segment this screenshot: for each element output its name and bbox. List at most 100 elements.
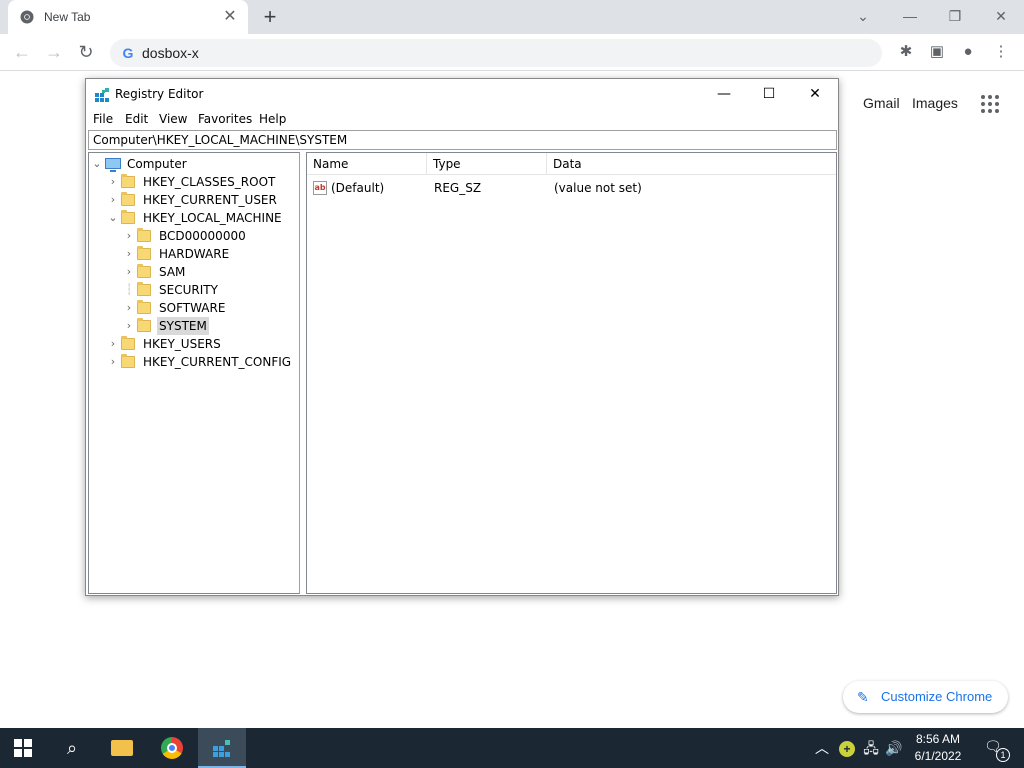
security-status-icon[interactable]: +: [838, 738, 856, 758]
address-bar[interactable]: G dosbox-x: [110, 39, 882, 67]
registry-tree: ⌄ Computer › HKEY_CLASSES_ROOT › HKEY_CURRENT…: [88, 152, 300, 594]
tab-new-tab[interactable]: New Tab ✕: [8, 0, 248, 34]
menu-file[interactable]: File: [93, 112, 113, 126]
reload-button[interactable]: ↻: [74, 41, 98, 63]
chrome-app-icon: [161, 737, 183, 759]
expand-chevron-icon[interactable]: ›: [123, 299, 135, 317]
taskbar-clock[interactable]: 8:56 AM 6/1/2022: [905, 731, 971, 765]
apps-grid-icon[interactable]: [981, 95, 999, 113]
tree-node-label: HKEY_CURRENT_CONFIG: [143, 355, 292, 369]
expand-chevron-icon[interactable]: ›: [107, 353, 119, 371]
tree-node-label: SOFTWARE: [159, 301, 226, 315]
tree-node[interactable]: › SAM: [123, 263, 295, 281]
taskbar-file-explorer[interactable]: [98, 728, 146, 768]
registry-editor-taskbar-icon: [213, 740, 230, 757]
tree-node-label: BCD00000000: [159, 229, 246, 243]
customize-chrome-button[interactable]: ✎ Customize Chrome: [843, 681, 1008, 713]
minimize-icon[interactable]: —: [899, 6, 921, 26]
tree-node[interactable]: › SYSTEM: [123, 317, 295, 335]
expand-chevron-icon[interactable]: ›: [107, 191, 119, 209]
tree-node[interactable]: › HKEY_CURRENT_CONFIG: [107, 353, 295, 371]
tree-line-icon: ┆: [125, 283, 133, 296]
restore-icon[interactable]: ❐: [944, 6, 966, 26]
column-data-header[interactable]: Data: [547, 153, 836, 175]
new-tab-button[interactable]: +: [259, 6, 281, 28]
back-button[interactable]: ←: [10, 41, 34, 63]
tree-node-label: SECURITY: [159, 283, 218, 297]
pencil-icon: ✎: [857, 689, 869, 705]
value-row[interactable]: ab (Default) REG_SZ (value not set): [307, 179, 836, 197]
values-header: Name Type Data: [307, 153, 836, 175]
file-explorer-icon: [111, 740, 133, 756]
expand-chevron-icon[interactable]: ›: [107, 173, 119, 191]
tree-node[interactable]: › SOFTWARE: [123, 299, 295, 317]
tree-node[interactable]: › BCD00000000: [123, 227, 295, 245]
folder-icon: [137, 246, 151, 260]
regedit-close-icon[interactable]: ✕: [799, 83, 831, 105]
regedit-minimize-icon[interactable]: —: [708, 83, 740, 105]
regedit-address-bar[interactable]: Computer\HKEY_LOCAL_MACHINE\SYSTEM: [88, 130, 837, 150]
column-type-header[interactable]: Type: [427, 153, 547, 175]
folder-icon: [137, 264, 151, 278]
taskbar-chrome[interactable]: [148, 728, 196, 768]
windows-taskbar: ⌕ ︿ + 🖧 🔊 8:56 AM 6/1/2022 🗨 1: [0, 728, 1024, 768]
value-name: (Default): [331, 181, 385, 195]
tree-node[interactable]: › HKEY_USERS: [107, 335, 295, 353]
tab-close-icon[interactable]: ✕: [222, 9, 238, 25]
extensions-icon[interactable]: ✱: [896, 42, 916, 62]
menu-favorites[interactable]: Favorites: [198, 112, 252, 126]
google-icon: G: [122, 45, 134, 61]
tree-node-label: SYSTEM: [157, 317, 209, 335]
tree-node[interactable]: › HARDWARE: [123, 245, 295, 263]
column-name-header[interactable]: Name: [307, 153, 427, 175]
tree-node[interactable]: ⌄ Computer: [91, 155, 295, 173]
folder-icon: [137, 282, 151, 296]
close-window-icon[interactable]: ✕: [990, 6, 1012, 26]
computer-icon: [105, 158, 121, 172]
folder-icon: [137, 228, 151, 242]
folder-icon: [121, 192, 135, 206]
regedit-menubar: File Edit View Favorites Help: [86, 109, 838, 129]
expand-chevron-icon[interactable]: ›: [107, 335, 119, 353]
folder-icon: [121, 354, 135, 368]
tree-node-label: Computer: [127, 157, 187, 171]
collapse-chevron-icon[interactable]: ⌄: [107, 209, 119, 227]
tree-node[interactable]: ⌄ HKEY_LOCAL_MACHINE: [107, 209, 295, 227]
tree-node-label: HARDWARE: [159, 247, 230, 261]
taskbar-registry-editor[interactable]: [198, 728, 246, 768]
menu-view[interactable]: View: [159, 112, 187, 126]
menu-edit[interactable]: Edit: [125, 112, 148, 126]
volume-icon[interactable]: 🔊: [885, 738, 903, 758]
string-value-icon: ab: [313, 181, 327, 195]
side-panel-icon[interactable]: ▣: [927, 42, 947, 62]
search-icon: ⌕: [66, 738, 78, 758]
menu-help[interactable]: Help: [259, 112, 286, 126]
start-button-icon[interactable]: [14, 739, 32, 757]
registry-editor-titlebar[interactable]: Registry Editor — ☐ ✕: [86, 79, 838, 109]
expand-chevron-icon[interactable]: ›: [123, 227, 135, 245]
forward-button[interactable]: →: [42, 41, 66, 63]
clock-time: 8:56 AM: [915, 732, 961, 746]
tab-search-icon[interactable]: ⌄: [852, 6, 874, 26]
taskbar-search-button[interactable]: ⌕: [48, 728, 96, 768]
expand-chevron-icon[interactable]: ›: [123, 317, 135, 335]
tree-node[interactable]: ┆ SECURITY: [123, 281, 295, 299]
expand-chevron-icon[interactable]: ›: [123, 263, 135, 281]
gmail-link[interactable]: Gmail: [863, 95, 900, 111]
folder-icon: [137, 300, 151, 314]
address-text[interactable]: dosbox-x: [142, 45, 199, 61]
folder-icon: [121, 174, 135, 188]
images-link[interactable]: Images: [912, 95, 958, 111]
profile-icon[interactable]: ●: [958, 42, 978, 62]
collapse-chevron-icon[interactable]: ⌄: [91, 155, 103, 173]
tree-node[interactable]: › HKEY_CURRENT_USER: [107, 191, 295, 209]
expand-chevron-icon[interactable]: ›: [123, 245, 135, 263]
notification-count-badge: 1: [996, 748, 1010, 762]
customize-chrome-label: Customize Chrome: [881, 689, 993, 704]
regedit-maximize-icon[interactable]: ☐: [753, 83, 785, 105]
menu-icon[interactable]: ⋮: [991, 42, 1011, 62]
tree-node[interactable]: › HKEY_CLASSES_ROOT: [107, 173, 295, 191]
network-icon[interactable]: 🖧: [862, 738, 880, 758]
registry-values-list: Name Type Data ab (Default) REG_SZ (valu…: [306, 152, 837, 594]
show-hidden-icons-chevron-icon[interactable]: ︿: [814, 738, 830, 758]
